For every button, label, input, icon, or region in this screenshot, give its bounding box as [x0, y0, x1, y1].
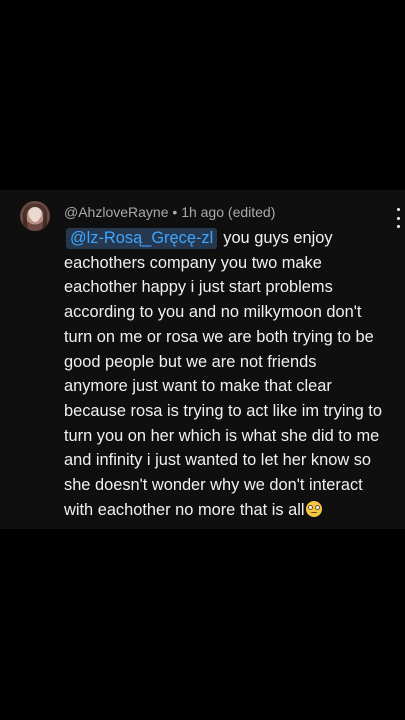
edited-label: (edited)	[227, 204, 276, 220]
comment-line: and infinity i just wanted to let her kn…	[64, 451, 372, 470]
comment-line: according to you and no milkymoon don't	[64, 303, 362, 322]
comment-line: eachother happy i just start problems	[64, 278, 333, 297]
emoji-mouth	[310, 511, 317, 514]
comment-line: with eachother no more that is all	[64, 498, 398, 523]
author-name[interactable]: @AhzloveRayne	[64, 204, 169, 220]
comment-text: you guys enjoy	[223, 229, 333, 247]
page: @AhzloveRayne • 1h ago (edited) @lz-Rosą…	[0, 0, 405, 720]
comment-body: @lz-Rosą_Gręcę-zl you guys enjoy eachothe…	[64, 226, 398, 522]
comment-line: good people but we are not friends	[64, 352, 317, 371]
comment-line: @lz-Rosą_Gręcę-zl you guys enjoy	[64, 226, 398, 251]
comment-line: she doesn't wonder why we don't interact	[64, 476, 363, 495]
comment-line: anymore just want to make that clear	[64, 377, 332, 396]
comment-line: because rosa is trying to act like im tr…	[64, 401, 382, 420]
more-vertical-icon[interactable]	[394, 208, 402, 228]
avatar[interactable]	[20, 201, 50, 231]
comment-text: with eachother no more that is all	[64, 500, 305, 519]
separator-dot: •	[172, 204, 178, 220]
comment-line: turn on me or rosa we are both trying to…	[64, 327, 374, 346]
avatar-face	[30, 209, 40, 222]
mention-link[interactable]: @lz-Rosą_Gręcę-zl	[66, 228, 218, 249]
comment-card: @AhzloveRayne • 1h ago (edited) @lz-Rosą…	[0, 190, 405, 529]
menu-dot	[396, 208, 400, 211]
comment-line: eachothers company you two make	[64, 253, 322, 272]
timestamp[interactable]: 1h ago	[181, 204, 224, 220]
comment-header: @AhzloveRayne • 1h ago (edited)	[64, 203, 275, 221]
menu-dot	[396, 216, 400, 220]
comment-line: turn you on her which is what she did to…	[64, 426, 380, 445]
eye-roll-emoji-icon	[305, 500, 322, 517]
